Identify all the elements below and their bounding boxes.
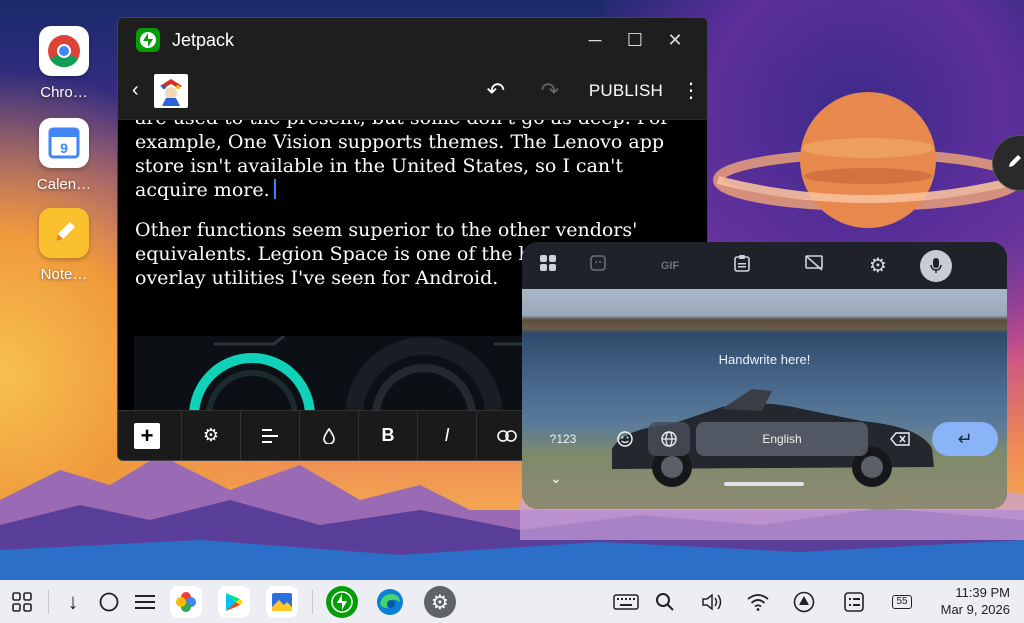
keyboard-toolbar: GIF ⚙ [522, 242, 1007, 289]
keyboard-background-photo [522, 289, 1007, 509]
jetpack-logo-icon [136, 28, 160, 52]
sticker-icon[interactable] [562, 254, 634, 277]
settings-icon: ⚙ [424, 586, 456, 618]
text-line-content: acquire more. [135, 179, 270, 201]
block-settings-icon[interactable]: ⚙ [182, 410, 241, 460]
calendar-icon: 9 [39, 118, 89, 168]
redo-icon[interactable]: ↷ [523, 78, 577, 104]
collapse-keyboard-icon[interactable]: ⌄ [550, 470, 562, 487]
taskbar-app-gallery[interactable] [266, 585, 298, 619]
app-drawer-icon[interactable] [8, 585, 36, 619]
maximize-icon[interactable]: ☐ [615, 30, 655, 51]
desktop-icon-calendar[interactable]: 9 Calen… [30, 118, 98, 193]
keyboard-drag-handle[interactable] [724, 482, 804, 486]
wifi-icon[interactable] [744, 585, 772, 619]
backspace-key[interactable] [876, 422, 924, 456]
close-icon[interactable]: ✕ [655, 30, 695, 51]
taskbar-app-jetpack[interactable] [326, 585, 358, 619]
bold-button[interactable]: B [359, 410, 418, 460]
gif-button[interactable]: GIF [634, 260, 706, 272]
battery-indicator[interactable]: 55 [886, 585, 918, 619]
text-line: store isn't available in the United Stat… [135, 155, 623, 177]
jetpack-icon [326, 586, 358, 618]
taskbar-app-play-store[interactable] [218, 585, 250, 619]
undo-icon[interactable]: ↶ [469, 78, 523, 104]
symbols-key[interactable]: ?123 [538, 422, 588, 456]
emoji-key[interactable] [610, 422, 640, 456]
recents-nav-icon[interactable] [132, 585, 158, 619]
desktop-icon-notes[interactable]: Note… [30, 208, 98, 283]
desktop-icon-label: Calen… [36, 176, 92, 193]
enter-key[interactable]: ↵ [932, 422, 998, 456]
home-nav-icon[interactable] [96, 585, 122, 619]
back-nav-icon[interactable]: ↓ [60, 585, 86, 619]
gear-icon[interactable]: ⚙ [850, 253, 906, 278]
align-icon[interactable] [241, 410, 300, 460]
chrome-icon [39, 26, 89, 76]
wallpaper-planet [713, 92, 1018, 228]
notes-icon [39, 208, 89, 258]
more-options-icon[interactable]: ⋮ [681, 78, 701, 103]
notifications-panel-icon[interactable] [840, 585, 868, 619]
text-line: acquire more. [135, 178, 695, 202]
keyboard-icon[interactable] [610, 585, 642, 619]
editor-toolbar: ‹ ↶ ↷ PUBLISH ⋮ [118, 62, 707, 120]
plus-icon: + [134, 422, 160, 449]
data-saver-icon[interactable] [790, 585, 818, 619]
site-avatar-icon[interactable] [154, 73, 188, 108]
clock[interactable]: 11:39 PM Mar 9, 2026 [941, 584, 1010, 618]
volume-icon[interactable] [698, 585, 726, 619]
text-line: Other functions seem superior to the oth… [135, 219, 638, 241]
add-block-button[interactable]: + [134, 410, 182, 460]
back-icon[interactable]: ‹ [132, 79, 152, 102]
pen-icon [1007, 153, 1023, 174]
taskbar-divider [48, 590, 49, 614]
spacebar-key[interactable]: English [696, 422, 868, 456]
window-titlebar[interactable]: Jetpack ─ ☐ ✕ [118, 18, 707, 62]
taskbar-app-edge[interactable] [374, 585, 406, 619]
keyboard-bottom-row: ?123 English ↵ [522, 422, 1007, 456]
window-title: Jetpack [172, 29, 235, 50]
edge-icon [374, 586, 406, 618]
play-store-icon [218, 586, 250, 618]
photos-icon [170, 586, 202, 618]
clock-time: 11:39 PM [955, 585, 1010, 600]
mic-icon[interactable] [920, 249, 952, 282]
clock-date: Mar 9, 2026 [940, 602, 1010, 617]
clipboard-icon[interactable] [706, 254, 778, 277]
publish-button[interactable]: PUBLISH [589, 81, 663, 101]
italic-button[interactable]: I [418, 410, 477, 460]
taskbar-divider [312, 590, 313, 614]
calendar-day: 9 [60, 140, 68, 156]
desktop-icon-chrome[interactable]: Chro… [30, 26, 98, 101]
floating-keyboard: GIF ⚙ Handwrite here! ?123 English ↵ ⌄ [522, 242, 1007, 509]
taskbar-app-settings[interactable]: ⚙ [424, 585, 456, 619]
taskbar-app-photos[interactable] [170, 585, 202, 619]
taskbar: ↓ ⚙ 55 11:39 PM Mar 9, 2026 [0, 580, 1024, 623]
minimize-icon[interactable]: ─ [575, 30, 615, 51]
search-icon[interactable] [652, 585, 678, 619]
language-key[interactable] [648, 422, 690, 456]
battery-level: 55 [892, 595, 912, 609]
paragraph-block[interactable]: are used to the present, but some don't … [135, 120, 695, 202]
screenshot-off-icon[interactable] [778, 255, 850, 276]
text-color-icon[interactable] [300, 410, 359, 460]
desktop-icon-label: Chro… [40, 84, 88, 101]
text-line: example, One Vision supports themes. The… [135, 131, 665, 153]
apps-icon[interactable] [534, 254, 562, 277]
handwrite-hint: Handwrite here! [718, 352, 811, 367]
text-line: are used to the present, but some don't … [135, 120, 695, 130]
desktop-icon-label: Note… [40, 266, 88, 283]
text-cursor [273, 179, 276, 199]
gallery-icon [266, 586, 298, 618]
